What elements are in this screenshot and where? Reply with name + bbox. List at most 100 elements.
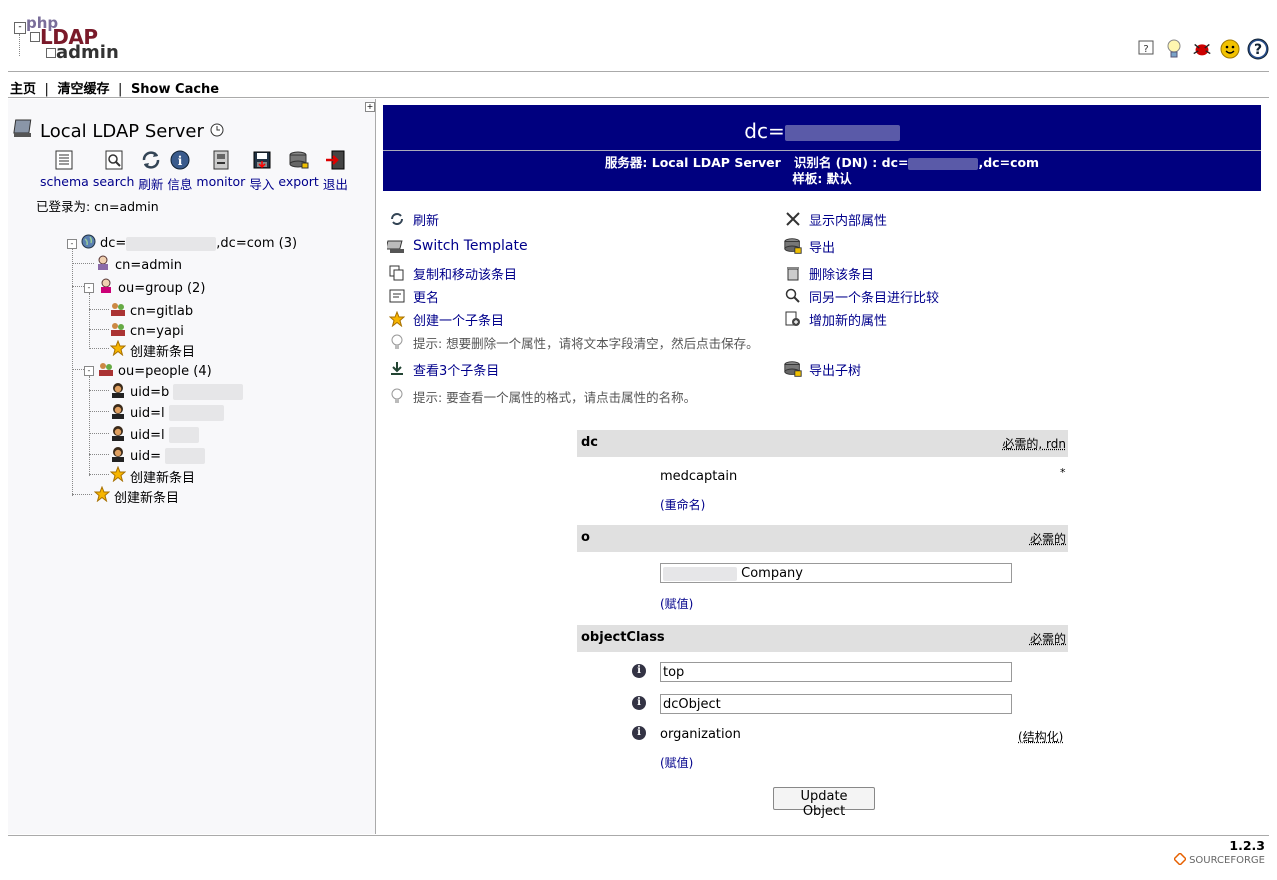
question-icon[interactable]: ? xyxy=(1247,38,1269,60)
menu-purge-cache[interactable]: 清空缓存 xyxy=(57,82,109,97)
collapse-toggle[interactable]: - xyxy=(84,283,94,293)
tree-item-create-new-people[interactable]: 创建新条目 xyxy=(109,465,195,486)
action-show-internal[interactable]: 显示内部属性 xyxy=(783,209,887,229)
action-switch-template[interactable]: Switch Template xyxy=(387,236,528,256)
person-icon xyxy=(110,425,126,445)
logo-admin: admin xyxy=(56,42,119,63)
attr-name-o[interactable]: o xyxy=(581,530,590,545)
copy-icon xyxy=(387,263,407,283)
star-icon xyxy=(93,485,111,506)
lightbulb-icon[interactable] xyxy=(1163,38,1185,60)
toolbar-logout[interactable]: 退出 xyxy=(323,148,348,193)
toolbar-info[interactable]: i 信息 xyxy=(167,148,192,193)
monitor-icon xyxy=(209,148,233,172)
user-icon xyxy=(95,255,111,275)
server-title: Local LDAP Server xyxy=(12,118,224,145)
toolbar-refresh[interactable]: 刷新 xyxy=(138,148,163,193)
top-icons: ? ? xyxy=(1135,38,1269,60)
tree-item-uid-2[interactable]: uid=l xyxy=(110,403,224,423)
tree-item-cn-gitlab[interactable]: cn=gitlab xyxy=(110,301,193,321)
tree-root-link[interactable]: dc= ,dc=com (3) xyxy=(100,236,297,251)
collapse-toggle[interactable]: - xyxy=(84,366,94,376)
export-icon xyxy=(783,236,803,256)
toolbar-import[interactable]: 导入 xyxy=(249,148,274,193)
add-attribute-icon xyxy=(783,309,803,329)
star-icon xyxy=(109,339,127,360)
attr-input-objectclass-top[interactable]: top xyxy=(660,662,1012,682)
toolbar-search[interactable]: search xyxy=(93,148,134,193)
server-toolbar: schema search 刷新 i 信息 monitor 导入 export … xyxy=(40,148,352,193)
help-icon[interactable]: ? xyxy=(1135,38,1157,60)
dn-title: dc= xyxy=(383,119,1261,143)
group-icon xyxy=(110,321,126,341)
group-icon xyxy=(110,301,126,321)
bug-icon[interactable] xyxy=(1191,38,1213,60)
tree-root: - dc= ,dc=com (3) xyxy=(67,234,297,253)
attr-name-dc[interactable]: dc xyxy=(581,435,598,450)
action-add-attribute[interactable]: 增加新的属性 xyxy=(783,309,887,329)
tree-item-cn-admin[interactable]: cn=admin xyxy=(95,255,182,275)
info-icon[interactable]: i xyxy=(632,726,646,740)
attr-add-value-objectclass[interactable]: (赋值) xyxy=(660,754,693,771)
attr-rename-link[interactable]: (重命名) xyxy=(660,496,705,513)
expand-panel-toggle[interactable]: + xyxy=(365,102,375,112)
tree-item-uid-4[interactable]: uid= xyxy=(110,446,205,466)
tree-item-cn-yapi[interactable]: cn=yapi xyxy=(110,321,184,341)
rename-icon xyxy=(387,286,407,306)
action-rename[interactable]: 更名 xyxy=(387,286,439,306)
action-export-subtree[interactable]: 导出子树 xyxy=(783,359,861,379)
tree-item-uid-3[interactable]: uid=l xyxy=(110,425,199,445)
action-compare[interactable]: 同另一个条目进行比较 xyxy=(783,286,939,306)
action-copy-move[interactable]: 复制和移动该条目 xyxy=(387,263,517,283)
attr-required-o: 必需的 xyxy=(1029,532,1066,546)
attr-required-objectclass: 必需的 xyxy=(1029,632,1066,646)
action-delete[interactable]: 删除该条目 xyxy=(783,263,874,283)
tree-item-uid-1[interactable]: uid=b xyxy=(110,382,244,402)
globe-icon xyxy=(81,234,96,253)
import-icon xyxy=(250,148,274,172)
person-icon xyxy=(110,403,126,423)
sourceforge-logo[interactable]: SOURCEFORGE xyxy=(1173,851,1265,868)
toolbar-export[interactable]: export xyxy=(278,148,319,193)
action-refresh[interactable]: 刷新 xyxy=(387,209,439,229)
structural-note: (结构化) xyxy=(1018,730,1064,744)
info-icon[interactable]: i xyxy=(632,696,646,710)
svg-text:i: i xyxy=(178,154,183,168)
info-icon[interactable]: i xyxy=(632,664,646,678)
attr-value-dc: medcaptain xyxy=(660,469,738,484)
smiley-icon[interactable] xyxy=(1219,38,1241,60)
attr-name-objectclass[interactable]: objectClass xyxy=(581,630,665,645)
server-name[interactable]: Local LDAP Server xyxy=(40,121,204,142)
logout-icon xyxy=(323,148,347,172)
server-icon xyxy=(12,118,34,145)
tree-item-create-new-root[interactable]: 创建新条目 xyxy=(93,485,179,506)
action-export[interactable]: 导出 xyxy=(783,236,835,256)
collapse-toggle[interactable]: - xyxy=(67,238,77,249)
menu-show-cache[interactable]: Show Cache xyxy=(131,82,219,97)
trash-icon xyxy=(783,263,803,283)
lightbulb-icon xyxy=(387,386,407,406)
hint-attribute-format: 提示: 要查看一个属性的格式，请点击属性的名称。 xyxy=(387,386,696,406)
clock-icon[interactable] xyxy=(210,121,224,142)
attr-required-dc: 必需的, rdn xyxy=(1002,437,1066,451)
toolbar-monitor[interactable]: monitor xyxy=(196,148,245,193)
action-create-child[interactable]: 创建一个子条目 xyxy=(387,309,504,329)
update-object-button[interactable]: Update Object xyxy=(773,787,875,819)
sourceforge-icon xyxy=(1173,851,1188,868)
export-icon xyxy=(783,359,803,379)
tree-item-create-new-group[interactable]: 创建新条目 xyxy=(109,339,195,360)
toolbar-schema[interactable]: schema xyxy=(40,148,89,193)
arrow-down-icon xyxy=(387,359,407,379)
menu-home[interactable]: 主页 xyxy=(10,82,36,97)
user-icon xyxy=(98,278,114,298)
action-view-children[interactable]: 查看3个子条目 xyxy=(387,359,499,379)
refresh-icon xyxy=(139,148,163,172)
attr-input-o[interactable]: Company xyxy=(660,563,1012,583)
dn-header: dc= 服务器: Local LDAP Server 识别名 (DN) : dc… xyxy=(383,105,1261,191)
attr-header-o: o 必需的 xyxy=(577,525,1068,552)
attr-input-objectclass-dcobject[interactable]: dcObject xyxy=(660,694,1012,714)
logged-in-as: 已登录为: cn=admin xyxy=(36,199,159,214)
tree-item-ou-group: - ou=group (2) xyxy=(84,278,205,298)
attr-add-value-o[interactable]: (赋值) xyxy=(660,595,693,612)
svg-text:?: ? xyxy=(1143,44,1148,55)
